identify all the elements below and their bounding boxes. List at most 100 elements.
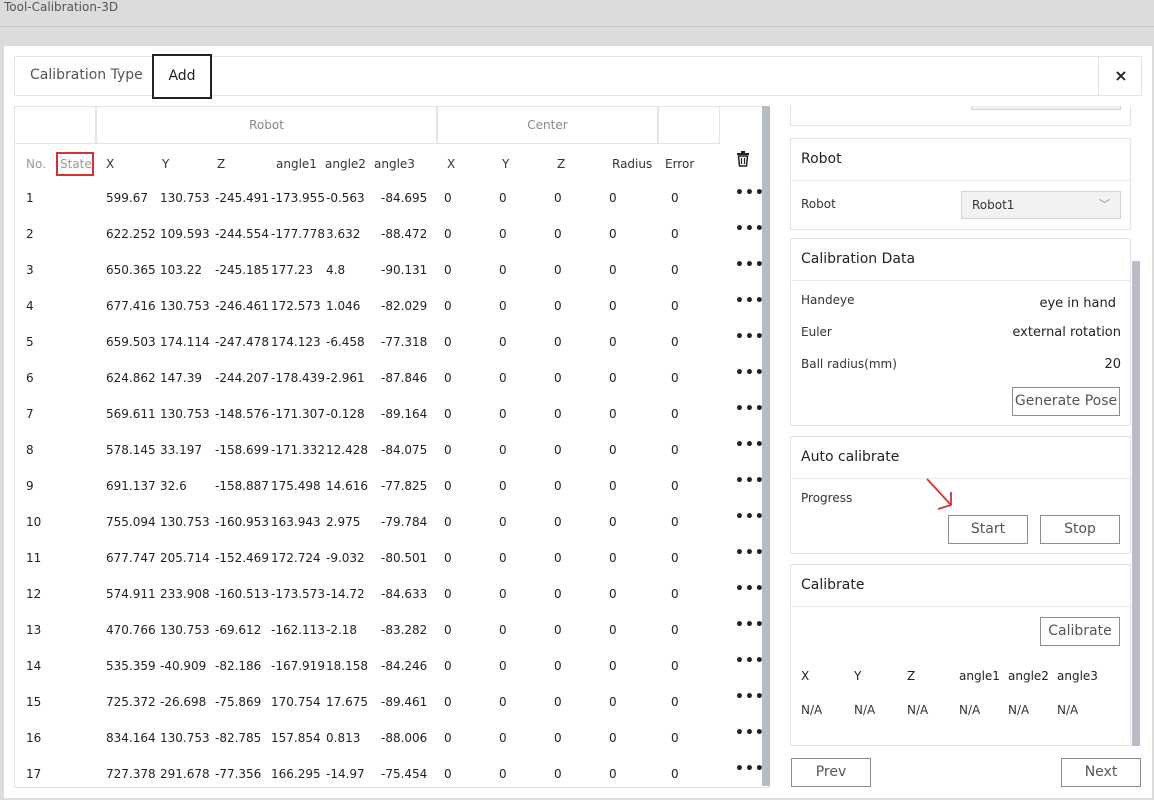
points-table: Robot Center No. State X Y Z angle1 angl… (14, 106, 770, 788)
more-options-icon[interactable]: ••• (735, 329, 765, 345)
table-row[interactable]: 6 624.862 147.39 -244.207 -178.439 -2.961 -87.… (15, 365, 769, 407)
panel-scrollbar[interactable] (1132, 106, 1140, 746)
table-row[interactable]: 16 834.164 130.753 -82.785 157.854 0.813 -88.0… (15, 725, 769, 767)
table-row[interactable]: 7 569.611 130.753 -148.576 -171.307 -0.128 -89… (15, 401, 769, 443)
tab-bar: Calibration Type Add × (14, 54, 1143, 99)
table-row[interactable]: 11 677.747 205.714 -152.469 172.724 -9.032 -80… (15, 545, 769, 587)
stop-button[interactable]: Stop (1040, 515, 1120, 544)
ball-radius-value[interactable]: 20 (1104, 357, 1121, 372)
cell-y: 147.39 (160, 371, 202, 385)
settings-panel: Robot Robot Robot1 ﹀ Calibration Data Ha… (790, 106, 1132, 746)
cell-r: 0 (609, 443, 617, 457)
cell-cz: 0 (554, 551, 562, 565)
table-row[interactable]: 2 622.252 109.593 -244.554 -177.778 3.632 -88.… (15, 221, 769, 263)
table-group-center: Center (437, 107, 658, 144)
cell-r: 0 (609, 407, 617, 421)
more-options-icon[interactable]: ••• (735, 509, 765, 525)
cell-no: 3 (26, 263, 34, 277)
cell-a2: -14.97 (326, 767, 365, 781)
cell-a2: -2.18 (326, 623, 358, 637)
table-row[interactable]: 17 727.378 291.678 -77.356 166.295 -14.97 -75.… (15, 761, 769, 787)
cell-e: 0 (671, 515, 679, 529)
table-row[interactable]: 4 677.416 130.753 -246.461 172.573 1.046 -82.0… (15, 293, 769, 335)
cell-z: -245.491 (215, 191, 269, 205)
calibrate-button[interactable]: Calibrate (1040, 617, 1120, 646)
cell-cx: 0 (444, 623, 452, 637)
cell-e: 0 (671, 407, 679, 421)
cell-no: 7 (26, 407, 34, 421)
cell-no: 15 (26, 695, 42, 709)
table-row[interactable]: 8 578.145 33.197 -158.699 -171.332 12.428 -84.… (15, 437, 769, 479)
more-options-icon[interactable]: ••• (735, 401, 765, 417)
cell-e: 0 (671, 767, 679, 781)
cell-cx: 0 (444, 299, 452, 313)
handeye-value[interactable]: eye in hand (1039, 296, 1116, 311)
cell-a1: 174.123 (271, 335, 321, 349)
calibration-dialog: Calibration Type Add × Robot Center No. … (4, 46, 1152, 798)
tab-add[interactable]: Add (152, 54, 212, 99)
table-row[interactable]: 14 535.359 -40.909 -82.186 -167.919 18.158 -84… (15, 653, 769, 695)
cell-no: 17 (26, 767, 42, 781)
more-options-icon[interactable]: ••• (735, 257, 765, 273)
cell-no: 16 (26, 731, 42, 745)
result-header: angle1 (959, 669, 1000, 683)
cell-no: 9 (26, 479, 34, 493)
more-options-icon[interactable]: ••• (735, 545, 765, 561)
next-button[interactable]: Next (1061, 758, 1141, 787)
cell-cz: 0 (554, 695, 562, 709)
cell-cz: 0 (554, 587, 562, 601)
cell-a2: 12.428 (326, 443, 368, 457)
cell-a3: -84.633 (381, 587, 428, 601)
cell-no: 6 (26, 371, 34, 385)
more-options-icon[interactable]: ••• (735, 473, 765, 489)
more-options-icon[interactable]: ••• (735, 581, 765, 597)
cell-a1: -178.439 (271, 371, 325, 385)
cell-a3: -84.695 (381, 191, 428, 205)
close-icon: × (1114, 66, 1128, 85)
cell-z: -158.887 (215, 479, 269, 493)
table-row[interactable]: 10 755.094 130.753 -160.953 163.943 2.975 -79.… (15, 509, 769, 551)
more-options-icon[interactable]: ••• (735, 221, 765, 237)
cell-r: 0 (609, 623, 617, 637)
cell-x: 624.862 (106, 371, 156, 385)
table-scrollbar[interactable] (762, 106, 770, 786)
trash-icon[interactable] (736, 151, 750, 170)
robot-select[interactable]: Robot1 ﹀ (961, 191, 1121, 219)
close-button[interactable]: × (1098, 56, 1143, 96)
cell-a2: 14.616 (326, 479, 368, 493)
table-row[interactable]: 15 725.372 -26.698 -75.869 170.754 17.675 -89.… (15, 689, 769, 731)
more-options-icon[interactable]: ••• (735, 437, 765, 453)
more-options-icon[interactable]: ••• (735, 365, 765, 381)
cell-x: 574.911 (106, 587, 156, 601)
more-options-icon[interactable]: ••• (735, 689, 765, 705)
more-options-icon[interactable]: ••• (735, 761, 765, 777)
tab-calibration-type[interactable]: Calibration Type (30, 67, 143, 83)
cell-cz: 0 (554, 299, 562, 313)
window-title: Tool-Calibration-3D (4, 0, 119, 14)
table-row[interactable]: 1 599.67 130.753 -245.491 -173.955 -0.563 -84.… (15, 185, 769, 227)
cell-no: 8 (26, 443, 34, 457)
euler-value[interactable]: external rotation (1012, 325, 1121, 340)
cell-r: 0 (609, 515, 617, 529)
more-options-icon[interactable]: ••• (735, 653, 765, 669)
cell-cx: 0 (444, 515, 452, 529)
calibration-data-card: Calibration Data Handeye eye in hand Eul… (790, 238, 1131, 426)
cell-cx: 0 (444, 191, 452, 205)
cell-cz: 0 (554, 227, 562, 241)
more-options-icon[interactable]: ••• (735, 725, 765, 741)
more-options-icon[interactable]: ••• (735, 617, 765, 633)
generate-pose-button[interactable]: Generate Pose (1012, 387, 1120, 416)
cell-z: -160.953 (215, 515, 269, 529)
cell-cx: 0 (444, 731, 452, 745)
table-row[interactable]: 13 470.766 130.753 -69.612 -162.113 -2.18 -83.… (15, 617, 769, 659)
cell-cy: 0 (499, 335, 507, 349)
prev-button[interactable]: Prev (791, 758, 871, 787)
more-options-icon[interactable]: ••• (735, 185, 765, 201)
table-row[interactable]: 12 574.911 233.908 -160.513 -173.573 -14.72 -8… (15, 581, 769, 623)
table-row[interactable]: 9 691.137 32.6 -158.887 175.498 14.616 -77.825… (15, 473, 769, 515)
cell-z: -75.869 (215, 695, 262, 709)
more-options-icon[interactable]: ••• (735, 293, 765, 309)
start-button[interactable]: Start (948, 515, 1028, 544)
table-row[interactable]: 5 659.503 174.114 -247.478 174.123 -6.458 -77.… (15, 329, 769, 371)
table-row[interactable]: 3 650.365 103.22 -245.185 177.23 4.8 -90.131 0 0… (15, 257, 769, 299)
